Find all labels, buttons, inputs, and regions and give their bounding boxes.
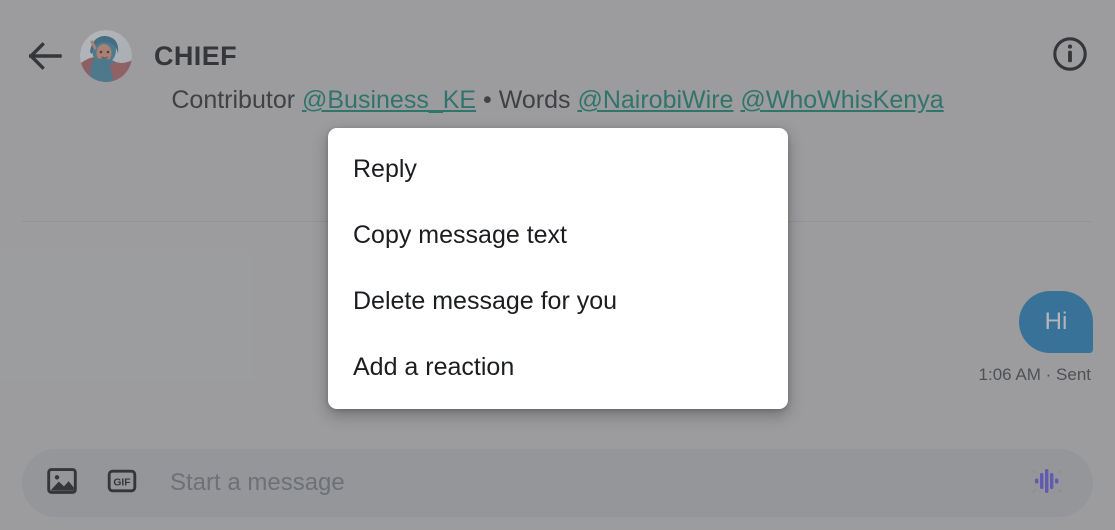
- mention-link-business-ke[interactable]: @Business_KE: [302, 86, 476, 114]
- back-button[interactable]: [18, 28, 74, 84]
- message-composer: GIF Start a message: [22, 449, 1093, 517]
- info-circle-icon: [1052, 36, 1088, 77]
- audio-waveform-icon: [1026, 460, 1068, 507]
- mention-link-whowhiskenya[interactable]: @WhoWhisKenya: [740, 86, 943, 114]
- message-prefix: Contributor: [171, 86, 302, 114]
- page-title: CHIEF: [154, 40, 237, 71]
- menu-item-label: Copy message text: [353, 221, 567, 250]
- attach-image-button[interactable]: [40, 461, 84, 505]
- menu-item-copy-message-text[interactable]: Copy message text: [328, 208, 788, 264]
- outgoing-message-row: Hi 1:06 AM · Sent: [979, 291, 1093, 385]
- conversation-info-button[interactable]: [1047, 33, 1093, 79]
- menu-item-label: Reply: [353, 155, 417, 184]
- message-bubble-outgoing[interactable]: Hi: [1019, 291, 1093, 353]
- gif-icon: GIF: [107, 466, 137, 501]
- message-separator: •: [476, 86, 499, 114]
- message-middle: Words: [498, 86, 578, 114]
- image-icon: [47, 466, 77, 501]
- menu-item-add-a-reaction[interactable]: Add a reaction: [328, 339, 788, 395]
- message-status: 1:06 AM · Sent: [978, 365, 1091, 384]
- message-context-menu: Reply Copy message text Delete message f…: [328, 128, 788, 409]
- avatar-image: [80, 30, 132, 82]
- attach-gif-button[interactable]: GIF: [100, 461, 144, 505]
- arrow-left-icon: [29, 42, 63, 70]
- avatar[interactable]: [80, 30, 132, 82]
- menu-item-delete-message-for-you[interactable]: Delete message for you: [328, 273, 788, 329]
- mention-link-nairobiwire[interactable]: @NairobiWire: [577, 86, 733, 114]
- menu-item-label: Add a reaction: [353, 352, 515, 381]
- message-input[interactable]: Start a message: [170, 469, 1021, 497]
- svg-text:GIF: GIF: [113, 477, 130, 488]
- menu-item-label: Delete message for you: [353, 286, 618, 315]
- menu-item-reply[interactable]: Reply: [328, 142, 788, 198]
- message-text-clipped: Contributor @Business_KE • Words @Nairob…: [0, 86, 1115, 115]
- voice-message-button[interactable]: [1021, 457, 1073, 509]
